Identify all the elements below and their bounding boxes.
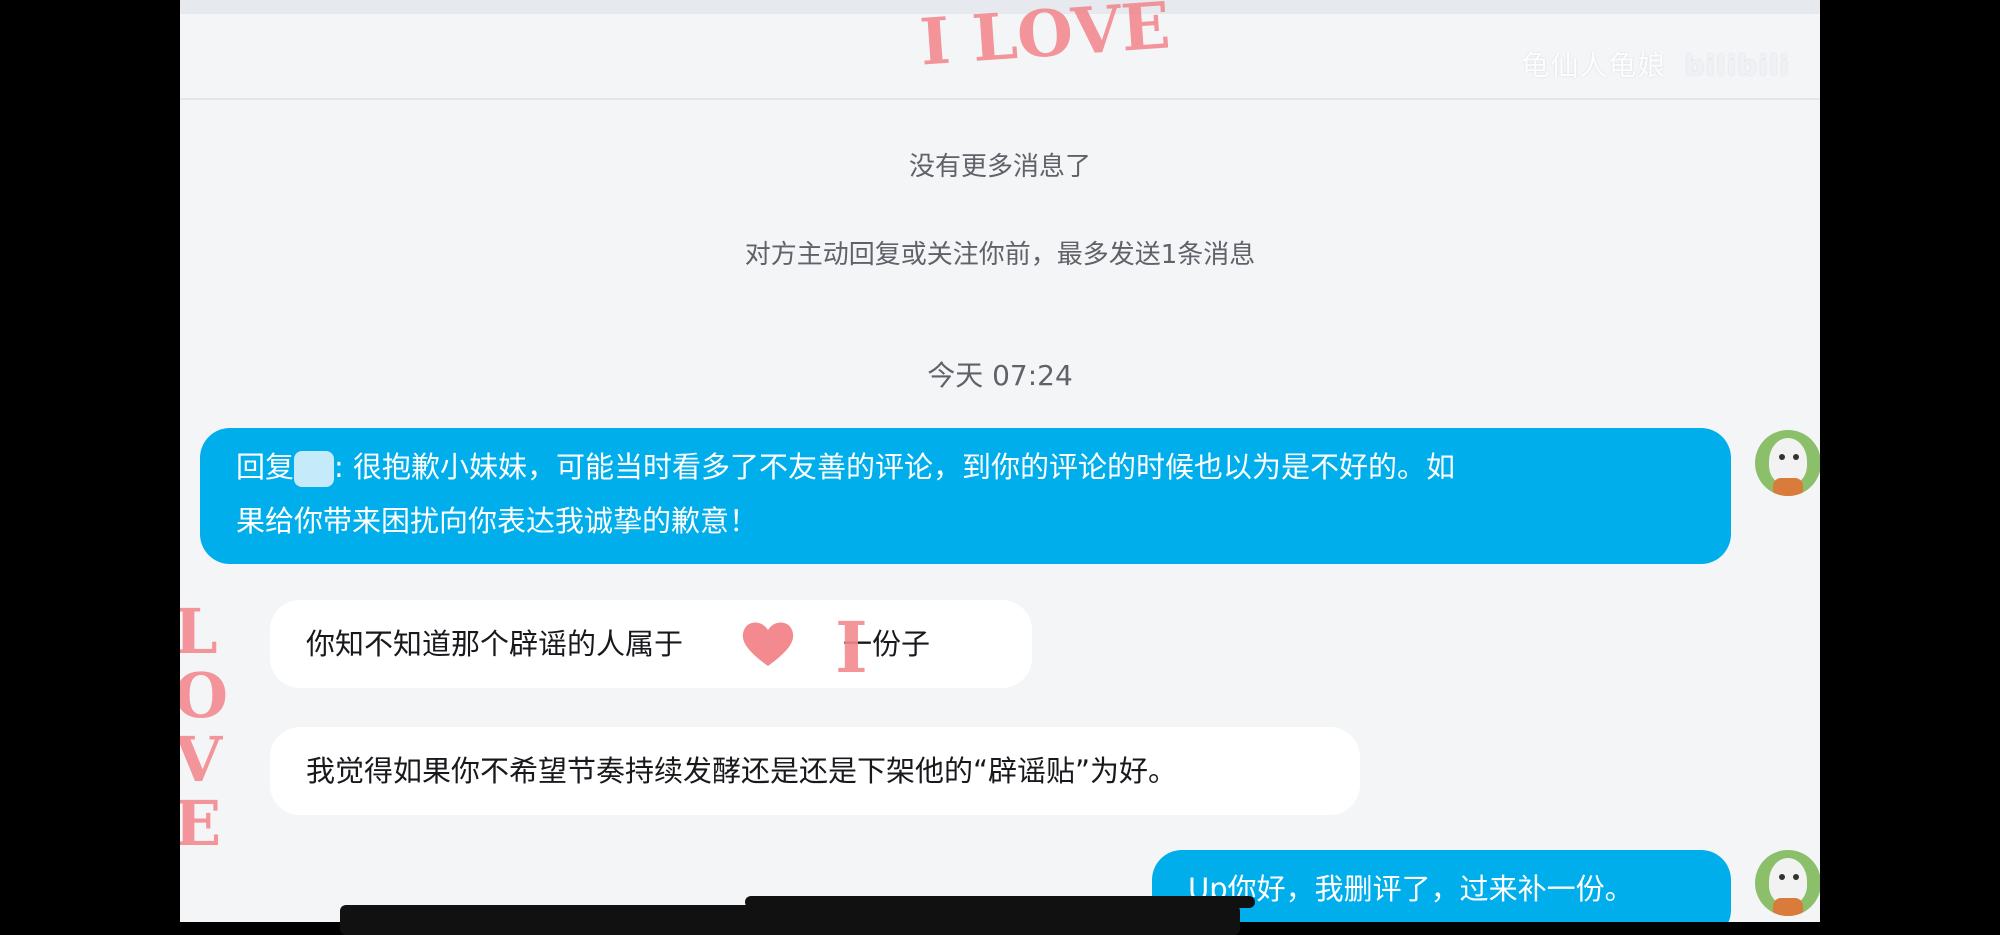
avatar-eye <box>1779 454 1785 460</box>
sticker-text: I <box>835 606 868 689</box>
timestamp: 今天 07:24 <box>927 359 1073 392</box>
avatar-body <box>1773 898 1803 916</box>
avatar-eye <box>1793 454 1799 460</box>
no-more-messages: 没有更多消息了 <box>908 152 1091 182</box>
avatar-eye <box>1793 874 1799 880</box>
limit-notice: 对方主动回复或关注你前，最多发送1条消息 <box>744 240 1256 270</box>
bilibili-logo: bilibili <box>1684 49 1790 82</box>
message-text-before: 你知不知道那个辟谣的人属于 <box>306 627 684 661</box>
reply-prefix: 回复 <box>236 450 295 484</box>
sticker-text: LOVE <box>180 595 229 860</box>
message-text-line1: : 很抱歉小妹妹，可能当时看多了不友善的评论，到你的评论的时候也以为是不好的。如 <box>334 450 1456 484</box>
message-text-line2: 果给你带来困扰向你表达我诚挚的歉意！ <box>236 504 759 538</box>
caption-overlay <box>340 905 1240 935</box>
redacted-username <box>294 451 335 487</box>
watermark-text: 龟仙人龟娘 <box>1521 49 1667 82</box>
chat-window: I LOVE 没有更多消息了 对方主动回复或关注你前，最多发送1条消息 今天 0… <box>180 0 1820 922</box>
avatar[interactable] <box>1755 850 1820 916</box>
message-text: 我觉得如果你不希望节奏持续发酵还是还是下架他的“辟谣贴”为好。 <box>306 754 1178 788</box>
heart-icon <box>742 622 794 666</box>
message-bubble-theirs[interactable]: 我觉得如果你不希望节奏持续发酵还是还是下架他的“辟谣贴”为好。 <box>270 727 1360 815</box>
home-indicator[interactable] <box>745 896 1255 908</box>
avatar-eye <box>1779 874 1785 880</box>
love-sticker-top: I LOVE <box>918 0 1173 81</box>
avatar[interactable] <box>1755 430 1820 496</box>
message-bubble-theirs[interactable]: 你知不知道那个辟谣的人属于 一份子 <box>270 600 1032 688</box>
message-bubble-mine[interactable]: 回复 : 很抱歉小妹妹，可能当时看多了不友善的评论，到你的评论的时候也以为是不好的… <box>200 428 1731 564</box>
avatar-body <box>1773 478 1803 496</box>
i-sticker: I <box>835 606 868 689</box>
love-sticker-left: LOVE <box>180 600 244 856</box>
watermark: 龟仙人龟娘 bilibili <box>1521 44 1790 84</box>
